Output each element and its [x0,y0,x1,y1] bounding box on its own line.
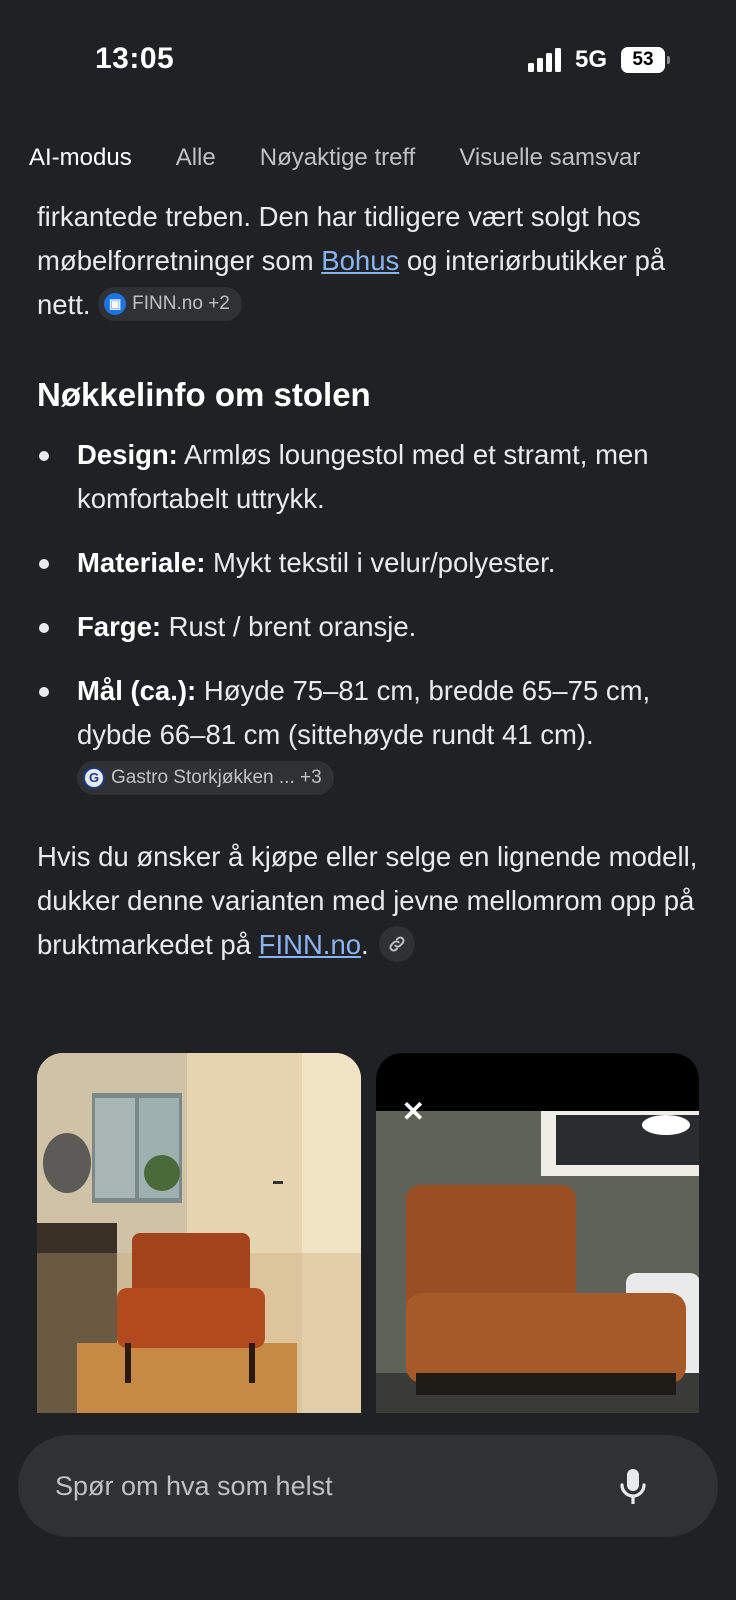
search-input[interactable]: Spør om hva som helst [55,1435,333,1537]
status-time: 13:05 [95,42,175,75]
tab-noyaktige-treff[interactable]: Nøyaktige treff [260,138,416,178]
link-icon[interactable] [378,925,415,962]
close-icon[interactable]: ✕ [402,1095,425,1128]
tab-visuelle-samsvar[interactable]: Visuelle samsvar [459,138,640,178]
fact-label: Farge: [77,611,162,642]
search-bar[interactable]: Spør om hva som helst [18,1435,718,1537]
fact-text: Mykt tekstil i velur/polyester. [205,547,556,578]
chair-image-2[interactable]: ✕ [375,1053,699,1413]
tab-alle[interactable]: Alle [176,138,216,178]
source-chip-label: Gastro Storkjøkken ... +3 [111,766,322,788]
fact-label: Mål (ca.): [77,675,197,706]
microphone-icon[interactable] [618,1467,648,1507]
finn-icon: ▣ [104,292,127,315]
battery-icon: 53 [621,47,670,73]
ai-answer: firkantede treben. Den har tidligere vær… [37,195,707,967]
facts-list: Design: Armløs loungestol med et stramt,… [37,433,707,801]
chair-image-1[interactable] [37,1053,361,1413]
image-results: ✕ [37,1053,699,1413]
search-mode-tabs: AI-modus Alle Nøyaktige treff Visuelle s… [0,138,736,188]
google-icon: G [83,766,105,789]
section-heading: Nøkkelinfo om stolen [37,376,371,413]
list-item: Farge: Rust / brent oransje. [37,605,707,649]
bohus-link[interactable]: Bohus [321,245,399,276]
finn-link[interactable]: FINN.no [259,929,361,960]
status-bar: 13:05 5G 53 [0,0,736,120]
intro-paragraph: firkantede treben. Den har tidligere vær… [37,195,707,327]
fact-label: Design: [77,439,178,470]
fact-label: Materiale: [77,547,206,578]
tab-ai-modus[interactable]: AI-modus [29,138,132,178]
list-item: Materiale: Mykt tekstil i velur/polyeste… [37,541,707,585]
list-item: Mål (ca.): Høyde 75–81 cm, bredde 65–75 … [37,669,707,801]
cellular-signal-icon [528,48,561,72]
source-chip-gastro[interactable]: G Gastro Storkjøkken ... +3 [77,760,334,795]
outro-text-end: . [361,929,369,960]
source-chip-finn[interactable]: ▣ FINN.no +2 [98,286,242,321]
fact-text: Rust / brent oransje. [161,611,417,642]
list-item: Design: Armløs loungestol med et stramt,… [37,433,707,521]
outro-paragraph: Hvis du ønsker å kjøpe eller selge en li… [37,835,707,967]
source-chip-label: FINN.no +2 [132,292,230,314]
network-type: 5G [575,46,608,73]
battery-level: 53 [621,47,665,73]
